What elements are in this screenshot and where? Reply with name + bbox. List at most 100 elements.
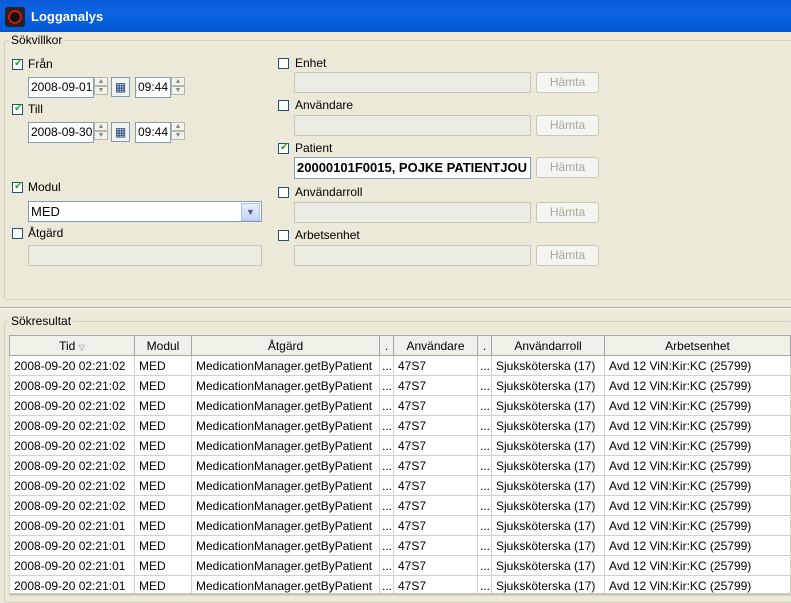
table-cell: Avd 12 ViN:Kir:KC (25799)	[604, 455, 791, 476]
action-checkbox[interactable]	[12, 228, 23, 239]
user-checkbox[interactable]	[278, 100, 289, 111]
table-cell: MedicationManager.getByPatient	[191, 535, 380, 556]
user-role-field[interactable]	[294, 202, 531, 223]
table-cell: Avd 12 ViN:Kir:KC (25799)	[604, 415, 791, 436]
table-cell: 47S7	[393, 535, 478, 556]
table-cell: MedicationManager.getByPatient	[191, 475, 380, 496]
table-cell: 2008-09-20 02:21:01	[9, 515, 135, 536]
from-date-field[interactable]: 2008-09-01	[28, 77, 94, 98]
table-cell: ...	[379, 375, 394, 396]
table-cell: Sjuksköterska (17)	[491, 455, 605, 476]
table-row[interactable]: 2008-09-20 02:21:02 MED MedicationManager.…	[9, 455, 791, 476]
work-unit-checkbox[interactable]	[278, 230, 289, 241]
work-unit-field[interactable]	[294, 245, 531, 266]
from-label: Från	[28, 57, 53, 71]
unit-fetch-button[interactable]: Hämta	[536, 72, 599, 93]
table-cell: 2008-09-20 02:21:02	[9, 395, 135, 416]
table-cell: ...	[477, 455, 492, 476]
user-role-fetch-button[interactable]: Hämta	[536, 202, 599, 223]
table-row[interactable]: 2008-09-20 02:21:02 MED MedicationManager.…	[9, 495, 791, 516]
to-calendar-icon[interactable]: ▦	[111, 122, 130, 142]
table-cell: ...	[379, 395, 394, 416]
table-cell: Avd 12 ViN:Kir:KC (25799)	[604, 435, 791, 456]
to-time-field[interactable]: 09:44	[135, 122, 171, 143]
table-row[interactable]: 2008-09-20 02:21:01 MED MedicationManager.…	[9, 535, 791, 556]
table-cell: ...	[379, 515, 394, 536]
table-cell: MED	[134, 395, 192, 416]
column-header-modul[interactable]: Modul	[134, 335, 192, 356]
table-cell: MED	[134, 495, 192, 516]
action-field[interactable]	[28, 245, 262, 266]
table-cell: Sjuksköterska (17)	[491, 375, 605, 396]
patient-fetch-button[interactable]: Hämta	[536, 157, 599, 178]
table-cell: MED	[134, 415, 192, 436]
column-header-arbetsenhet[interactable]: Arbetsenhet	[604, 335, 791, 356]
column-header-label: Tid	[59, 338, 76, 353]
table-cell: MED	[134, 435, 192, 456]
user-field[interactable]	[294, 115, 531, 136]
user-fetch-button[interactable]: Hämta	[536, 115, 599, 136]
table-cell: ...	[477, 535, 492, 556]
user-role-label: Användarroll	[295, 185, 363, 199]
column-header-collapsed-1[interactable]: .	[379, 335, 394, 356]
from-calendar-icon[interactable]: ▦	[111, 77, 130, 97]
table-cell: MED	[134, 515, 192, 536]
table-cell: 2008-09-20 02:21:01	[9, 555, 135, 576]
column-header-anvandare[interactable]: Användare	[393, 335, 478, 356]
patient-field[interactable]: 20000101F0015, POJKE PATIENTJOU	[294, 157, 531, 179]
sort-desc-icon: ▽	[78, 342, 85, 352]
table-cell: Sjuksköterska (17)	[491, 535, 605, 556]
table-row[interactable]: 2008-09-20 02:21:02 MED MedicationManager.…	[9, 435, 791, 456]
table-row[interactable]: 2008-09-20 02:21:01 MED MedicationManager.…	[9, 555, 791, 576]
table-cell: MedicationManager.getByPatient	[191, 415, 380, 436]
table-cell: ...	[477, 415, 492, 436]
table-row[interactable]: 2008-09-20 02:21:02 MED MedicationManager.…	[9, 475, 791, 496]
unit-field[interactable]	[294, 72, 531, 93]
from-time-field[interactable]: 09:44	[135, 77, 171, 98]
column-header-tid[interactable]: Tid ▽	[9, 335, 135, 356]
table-cell: Avd 12 ViN:Kir:KC (25799)	[604, 535, 791, 556]
to-checkbox[interactable]: ✓	[12, 102, 23, 115]
window-title: Logganalys	[31, 9, 104, 24]
to-date-field[interactable]: 2008-09-30	[28, 122, 94, 143]
splitter[interactable]	[0, 307, 791, 309]
table-cell: Sjuksköterska (17)	[491, 355, 605, 376]
table-cell: 47S7	[393, 555, 478, 576]
table-cell: Avd 12 ViN:Kir:KC (25799)	[604, 475, 791, 496]
table-cell: ...	[477, 515, 492, 536]
table-cell: Avd 12 ViN:Kir:KC (25799)	[604, 495, 791, 516]
table-row[interactable]: 2008-09-20 02:21:02 MED MedicationManager.…	[9, 395, 791, 416]
from-checkbox[interactable]: ✓	[12, 57, 23, 70]
table-row[interactable]: 2008-09-20 02:21:02 MED MedicationManager.…	[9, 355, 791, 376]
from-date-spinner[interactable]: ▲ ▼	[94, 77, 108, 95]
table-cell: MED	[134, 455, 192, 476]
column-header-atgard[interactable]: Åtgärd	[191, 335, 380, 356]
table-cell: Sjuksköterska (17)	[491, 515, 605, 536]
table-row[interactable]: 2008-09-20 02:21:01 MED MedicationManager.…	[9, 515, 791, 536]
table-cell: MED	[134, 535, 192, 556]
action-label: Åtgärd	[28, 226, 64, 240]
module-select[interactable]: MED ▼	[28, 201, 262, 222]
title-bar[interactable]: Logganalys	[0, 0, 791, 32]
from-time-spinner[interactable]: ▲ ▼	[171, 77, 185, 95]
table-cell: 47S7	[393, 355, 478, 376]
work-unit-fetch-button[interactable]: Hämta	[536, 245, 599, 266]
column-header-anvandarroll[interactable]: Användarroll	[491, 335, 605, 356]
table-row[interactable]: 2008-09-20 02:21:02 MED MedicationManager.…	[9, 375, 791, 396]
module-checkbox[interactable]: ✓	[12, 180, 23, 193]
table-cell: MED	[134, 475, 192, 496]
chevron-down-icon[interactable]: ▼	[241, 203, 260, 221]
user-label: Användare	[295, 98, 354, 112]
user-role-checkbox[interactable]	[278, 187, 289, 198]
unit-checkbox[interactable]	[278, 58, 289, 69]
table-row[interactable]: 2008-09-20 02:21:02 MED MedicationManager.…	[9, 415, 791, 436]
patient-checkbox[interactable]: ✓	[278, 141, 289, 154]
to-label: Till	[28, 102, 43, 116]
table-cell: 2008-09-20 02:21:02	[9, 435, 135, 456]
to-date-spinner[interactable]: ▲ ▼	[94, 122, 108, 140]
table-cell: Sjuksköterska (17)	[491, 435, 605, 456]
table-cell: ...	[379, 495, 394, 516]
to-time-spinner[interactable]: ▲ ▼	[171, 122, 185, 140]
column-header-collapsed-2[interactable]: .	[477, 335, 492, 356]
results-legend: Sökresultat	[9, 314, 74, 328]
